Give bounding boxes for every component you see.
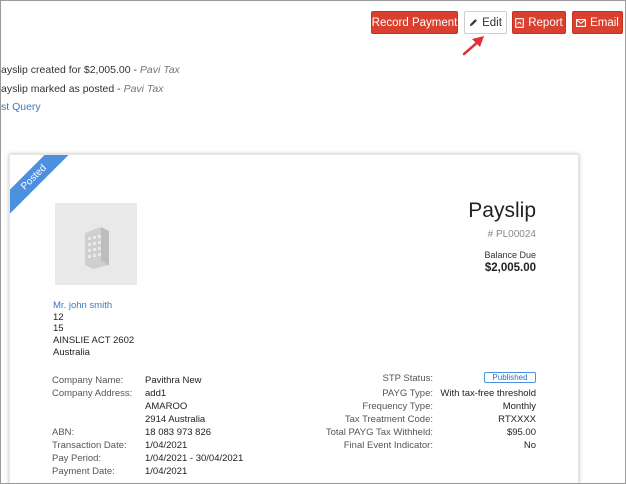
tax-treatment-code-value: RTXXXX bbox=[498, 414, 536, 425]
frequency-type-label: Frequency Type: bbox=[362, 401, 433, 412]
abn-label: ABN: bbox=[52, 427, 75, 438]
record-payment-button[interactable]: Record Payment bbox=[371, 11, 458, 34]
stp-status-label: STP Status: bbox=[382, 373, 433, 384]
report-label: Report bbox=[528, 16, 563, 29]
transaction-date-value: 1/04/2021 bbox=[145, 440, 188, 451]
activity-author: Pavi Tax bbox=[139, 64, 180, 76]
building-icon bbox=[85, 227, 109, 269]
payg-type-label: PAYG Type: bbox=[382, 388, 433, 399]
employee-address-line: 12 bbox=[53, 311, 64, 323]
activity-row: ayslip created for $2,005.00 - Pavi Tax bbox=[1, 64, 180, 76]
status-badge: Published bbox=[484, 372, 536, 383]
employee-address: Mr. john smith 12 15 AINSLIE ACT 2602 Au… bbox=[53, 300, 134, 359]
activity-row: ayslip marked as posted - Pavi Tax bbox=[1, 83, 163, 95]
company-address-line: AMAROO bbox=[145, 401, 188, 412]
activity-text: ayslip marked as posted - bbox=[1, 83, 124, 95]
company-address-line: 2914 Australia bbox=[145, 414, 206, 425]
screenshot-frame: Record Payment Edit Report Email ayslip … bbox=[0, 0, 626, 484]
frequency-type-value: Monthly bbox=[502, 401, 536, 412]
activity-query-link[interactable]: st Query bbox=[1, 101, 41, 113]
employee-address-line: 15 bbox=[53, 323, 64, 335]
action-toolbar: Record Payment Edit Report Email bbox=[371, 11, 623, 35]
email-button[interactable]: Email bbox=[572, 11, 623, 34]
abn-value: 18 083 973 826 bbox=[145, 427, 212, 438]
company-logo-placeholder bbox=[55, 203, 137, 285]
pay-period-label: Pay Period: bbox=[52, 453, 102, 464]
payg-type-value: With tax-free threshold bbox=[440, 388, 536, 399]
activity-text: ayslip created for $2,005.00 - bbox=[1, 64, 140, 76]
payg-withheld-value: $95.00 bbox=[506, 427, 536, 438]
transaction-date-label: Transaction Date: bbox=[52, 440, 127, 451]
final-event-value: No bbox=[523, 440, 536, 451]
document-number: # PL00024 bbox=[487, 229, 536, 240]
pdf-file-icon bbox=[515, 17, 525, 28]
edit-label: Edit bbox=[482, 16, 502, 29]
tax-treatment-code-label: Tax Treatment Code: bbox=[344, 414, 433, 425]
employee-name[interactable]: Mr. john smith bbox=[53, 300, 134, 312]
payment-date-value: 1/04/2021 bbox=[145, 466, 188, 477]
company-name-value: Pavithra New bbox=[145, 375, 202, 386]
company-address-line: add1 bbox=[145, 388, 167, 399]
activity-author: Pavi Tax bbox=[123, 83, 164, 95]
balance-due-value: $2,005.00 bbox=[484, 262, 536, 274]
payslip-document: Posted Payslip # PL00024 Balance Due $2,… bbox=[9, 154, 579, 483]
pencil-icon bbox=[469, 18, 478, 27]
annotation-arrow bbox=[462, 36, 484, 56]
employee-address-line: Australia bbox=[53, 346, 90, 358]
company-name-label: Company Name: bbox=[52, 375, 124, 386]
report-button[interactable]: Report bbox=[512, 11, 566, 34]
record-payment-label: Record Payment bbox=[371, 16, 458, 29]
balance-due-label: Balance Due bbox=[484, 250, 536, 260]
payg-withheld-label: Total PAYG Tax Withheld: bbox=[325, 427, 433, 438]
envelope-icon bbox=[576, 18, 587, 27]
document-title: Payslip bbox=[468, 199, 536, 222]
company-address-label: Company Address: bbox=[52, 388, 133, 399]
employee-address-line: AINSLIE ACT 2602 bbox=[53, 335, 135, 347]
final-event-label: Final Event Indicator: bbox=[343, 440, 433, 451]
email-label: Email bbox=[590, 16, 619, 29]
payment-date-label: Payment Date: bbox=[52, 466, 115, 477]
pay-period-value: 1/04/2021 - 30/04/2021 bbox=[145, 453, 244, 464]
edit-button[interactable]: Edit bbox=[464, 11, 507, 34]
